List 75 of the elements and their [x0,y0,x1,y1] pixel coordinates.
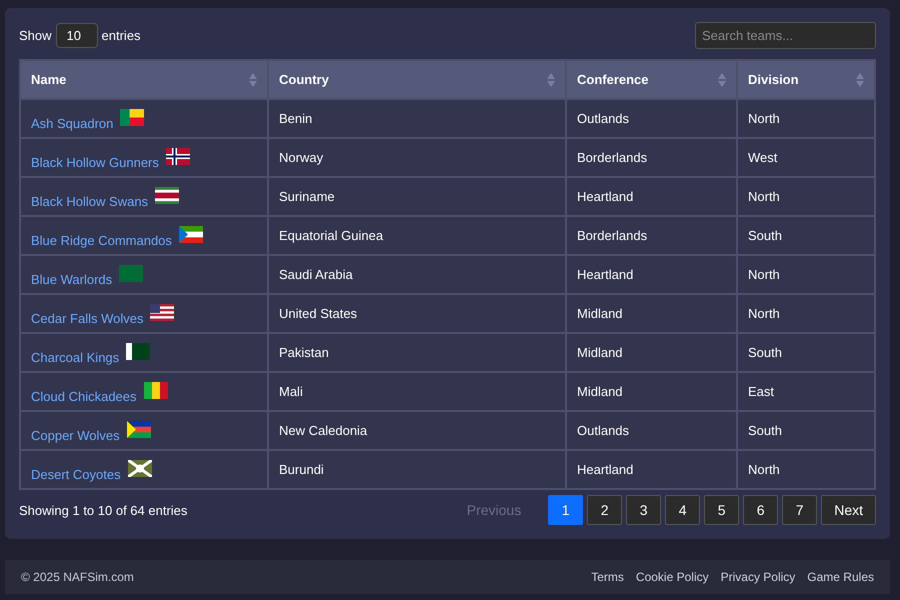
flag-icon [150,304,174,321]
table-cell: Midland [566,333,737,372]
team-link[interactable]: Ash Squadron [31,116,114,131]
page-button[interactable]: 2 [587,495,622,525]
flag-icon [178,226,203,243]
sort-icon [547,73,555,87]
table-cell: Heartland [566,177,737,216]
team-link[interactable]: Desert Coyotes [31,467,121,482]
page-button[interactable]: 7 [782,495,818,525]
table-cell: Pakistan [268,333,566,372]
sort-icon [856,73,864,87]
page-button[interactable]: 4 [665,495,700,525]
footer-link[interactable]: Cookie Policy [636,570,709,584]
page-button[interactable]: 3 [626,495,662,525]
table-cell: United States [268,294,566,333]
team-link[interactable]: Cloud Chickadees [31,389,137,404]
flag-icon [128,460,152,477]
table-cell: Saudi Arabia [268,255,566,294]
show-label: Show [19,28,52,43]
footer-link[interactable]: Game Rules [807,570,874,584]
table-cell: Outlands [566,411,737,450]
table-cell: North [737,255,875,294]
table-cell: Equatorial Guinea [268,216,566,255]
table-cell: East [737,372,875,411]
table-cell: Heartland [566,255,737,294]
table-cell: Heartland [566,450,737,489]
team-link[interactable]: Charcoal Kings [31,350,120,365]
team-link[interactable]: Black Hollow Gunners [31,155,159,170]
team-link[interactable]: Black Hollow Swans [31,194,148,209]
table-cell: South [737,411,875,450]
table-cell: Benin [268,99,566,138]
column-header[interactable]: Division [737,60,875,99]
team-link[interactable]: Blue Warlords [31,272,112,287]
entries-label: entries [102,28,141,43]
table-cell: North [737,177,875,216]
entries-select[interactable]: 10 [56,23,98,48]
footer-link[interactable]: Terms [591,570,624,584]
next-button[interactable]: Next [821,495,876,525]
flag-icon [126,343,150,360]
table-cell: South [737,333,875,372]
page-button[interactable]: 6 [743,495,778,525]
table-cell: West [737,138,875,177]
table-cell: Midland [566,294,737,333]
table-cell: Burundi [268,450,566,489]
table-cell: Borderlands [566,216,737,255]
table-cell: Suriname [268,177,566,216]
flag-icon [126,421,151,438]
table-cell: New Caledonia [268,411,566,450]
table-cell: Norway [268,138,566,177]
copyright-text: © 2025 NAFSim.com [21,570,134,584]
flag-icon [155,187,180,204]
table-cell: Borderlands [566,138,737,177]
sort-icon [718,73,726,87]
table-cell: Mali [268,372,566,411]
flag-icon [144,382,168,399]
search-field[interactable]: Search teams... [695,22,876,49]
page-button[interactable]: 1 [548,495,584,525]
team-link[interactable]: Cedar Falls Wolves [31,311,144,326]
sort-icon [249,73,257,87]
flag-icon [120,109,144,126]
table-cell: North [737,450,875,489]
table-cell: Outlands [566,99,737,138]
table-cell: North [737,294,875,333]
team-link[interactable]: Copper Wolves [31,428,120,443]
column-header[interactable]: Name [20,60,268,99]
table-cell: Midland [566,372,737,411]
page-button[interactable]: 5 [704,495,740,525]
flag-icon [166,148,190,165]
entries-info: Showing 1 to 10 of 64 entries [19,502,188,518]
table-cell: South [737,216,875,255]
flag-icon [119,265,144,282]
column-header[interactable]: Country [268,60,566,99]
table-cell: North [737,99,875,138]
column-header[interactable]: Conference [566,60,737,99]
footer-link[interactable]: Privacy Policy [720,570,796,584]
